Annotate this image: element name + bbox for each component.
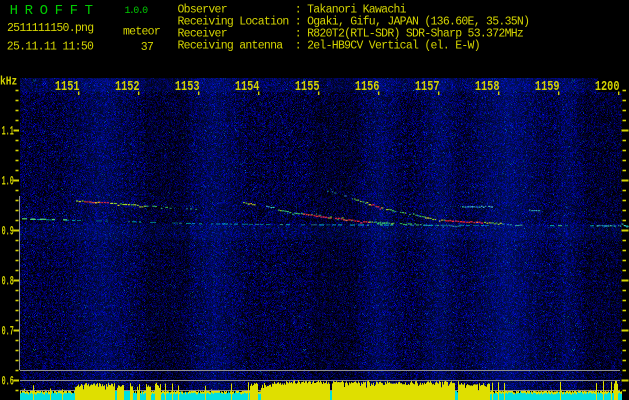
svg-text:kHz: kHz [0,76,17,89]
svg-text:1200: 1200 [595,79,620,95]
svg-text:0.9: 0.9 [2,225,14,240]
svg-text:1154: 1154 [235,79,260,95]
svg-text:1159: 1159 [535,79,560,95]
svg-text:37: 37 [141,41,153,54]
svg-text:1155: 1155 [295,79,320,95]
svg-text:1.1: 1.1 [2,125,14,140]
svg-text:0.7: 0.7 [2,325,14,340]
svg-text:H R O F F T: H R O F F T [10,3,93,19]
svg-text:2511111150.png: 2511111150.png [7,22,93,35]
svg-text:1152: 1152 [115,79,140,95]
svg-text:1.0.0: 1.0.0 [125,6,149,17]
svg-text:1151: 1151 [55,79,80,95]
svg-text:1.0: 1.0 [2,175,14,190]
svg-text:25.11.11 11:50: 25.11.11 11:50 [7,41,94,54]
svg-text:1156: 1156 [355,79,380,95]
svg-text:Receiving antenna : 2el-HB9CV: Receiving antenna : 2el-HB9CV Vertical (… [178,39,480,52]
svg-text:meteor: meteor [123,26,160,39]
svg-text:0.6: 0.6 [2,375,14,390]
svg-text:1157: 1157 [415,79,440,95]
svg-text:0.8: 0.8 [2,275,14,290]
svg-text:1158: 1158 [475,79,500,95]
svg-text:1153: 1153 [175,79,200,95]
